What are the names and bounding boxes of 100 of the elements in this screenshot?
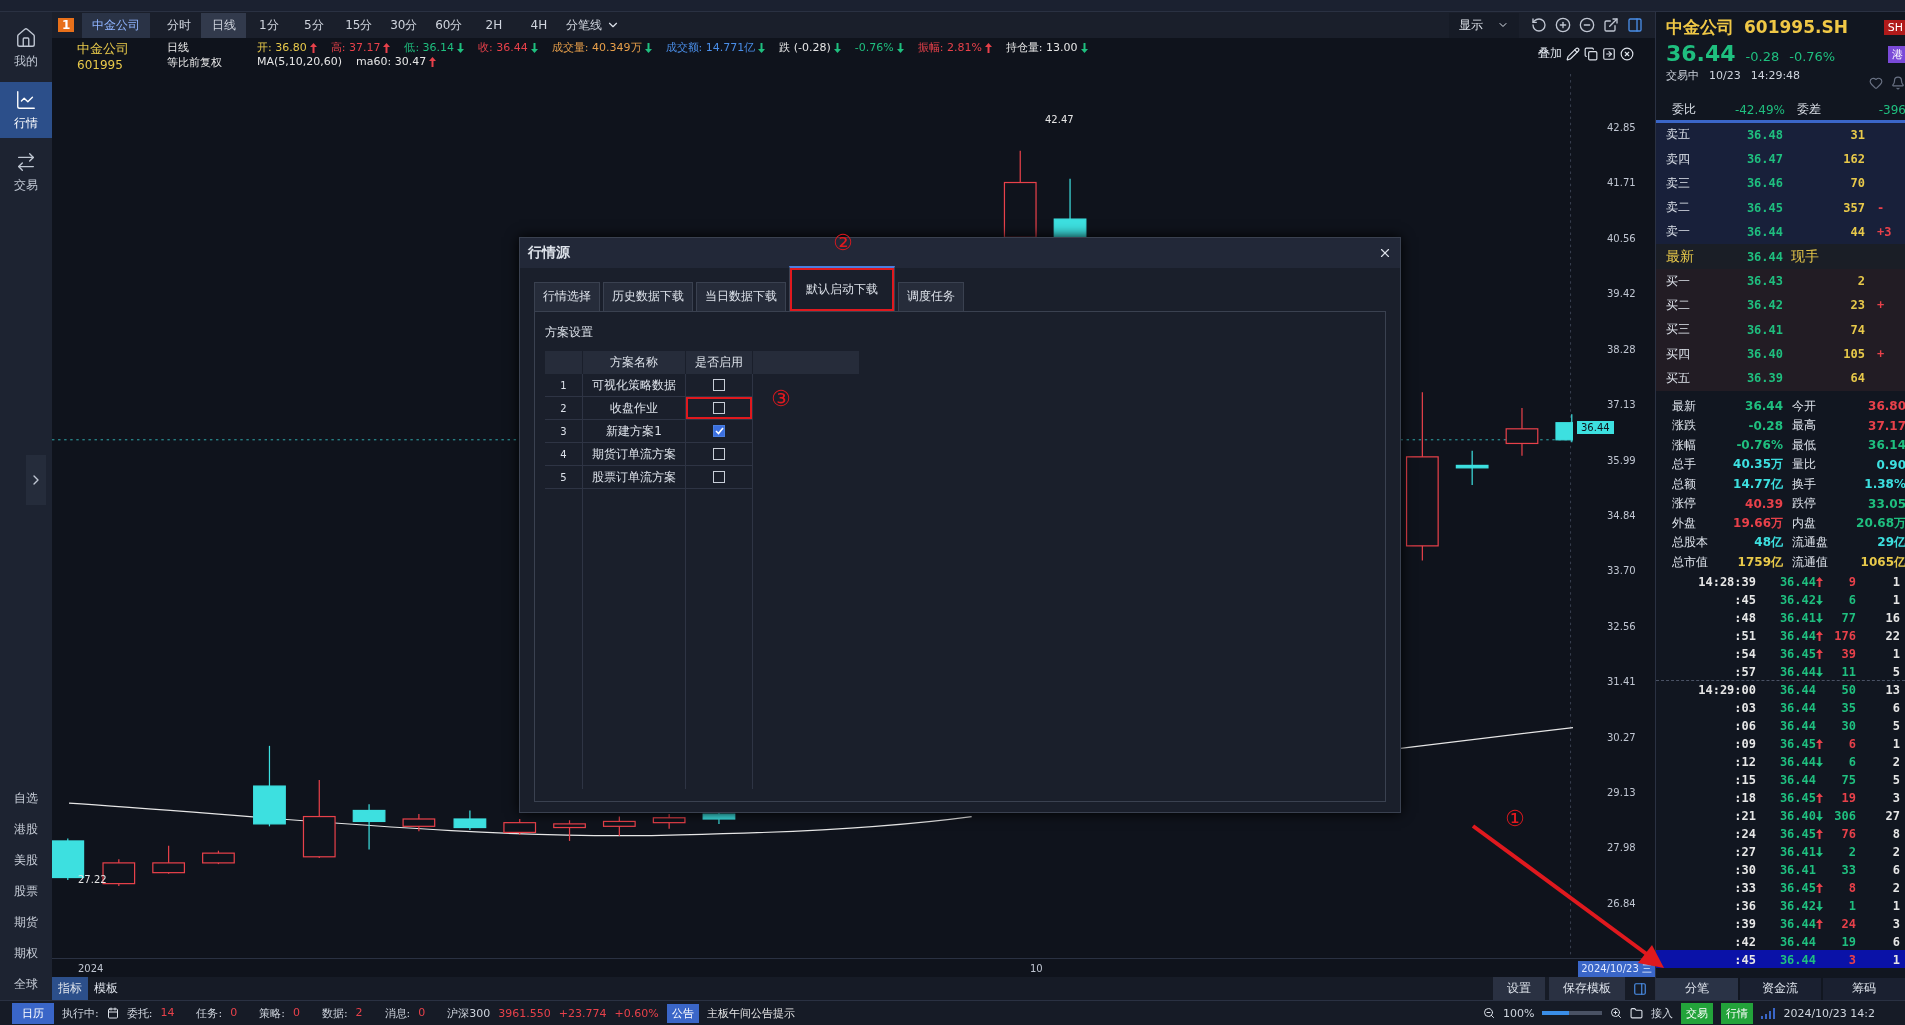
market-item[interactable]: 期权 xyxy=(0,938,52,969)
tick-row[interactable]: :27 36.41 2 2 xyxy=(1656,842,1905,860)
period-tab[interactable]: 4H xyxy=(516,14,562,36)
tick-volume: 9 xyxy=(1847,574,1856,589)
tick-row[interactable]: :48 36.41 77 16 xyxy=(1656,608,1905,626)
bell-icon[interactable] xyxy=(1891,76,1905,90)
notice-badge[interactable]: 公告 xyxy=(666,1003,699,1023)
heart-icon[interactable] xyxy=(1869,76,1883,90)
dialog-tab[interactable]: 调度任务 xyxy=(898,282,964,311)
tick-row[interactable]: :39 36.44 24 3 xyxy=(1656,914,1905,932)
tick-row[interactable]: :09 36.45 6 1 xyxy=(1656,734,1905,752)
period-tab[interactable]: 5分 xyxy=(291,12,337,38)
expand-button[interactable] xyxy=(26,455,46,505)
tick-count: 22 xyxy=(1884,628,1900,643)
tick-row[interactable]: :51 36.44 176 22 xyxy=(1656,626,1905,644)
tick-row[interactable]: :45 36.44 3 1 xyxy=(1656,950,1905,968)
pencil-icon[interactable] xyxy=(1566,46,1580,61)
period-tab[interactable]: 分笔线 xyxy=(561,12,607,38)
close-icon[interactable] xyxy=(1378,246,1392,260)
panel-icon[interactable] xyxy=(1633,981,1647,996)
table-cell: 期货订单流方案 xyxy=(583,443,686,466)
market-item[interactable]: 期货 xyxy=(0,907,52,938)
period-tab[interactable]: 分时 xyxy=(156,12,202,38)
dialog-tab[interactable]: 当日数据下载 xyxy=(696,282,786,311)
tick-row[interactable]: 14:28:39 36.44 9 1 xyxy=(1656,572,1905,590)
copy-icon[interactable] xyxy=(1584,46,1598,61)
latest-label: 最新 xyxy=(1666,247,1695,266)
dialog-tab[interactable]: 默认启动下载 xyxy=(789,266,895,311)
checkbox[interactable] xyxy=(713,471,725,483)
order-change: + xyxy=(1876,347,1886,362)
stat-value: 36.80 xyxy=(1867,399,1905,414)
tick-price: 36.41 xyxy=(1778,610,1816,625)
folder-icon[interactable] xyxy=(1630,1006,1644,1020)
indicator-tab[interactable]: 模板 xyxy=(88,977,124,1000)
quote-field: 持仓量: 13.00 xyxy=(1005,40,1078,55)
zoom-out-icon[interactable] xyxy=(1579,17,1595,33)
tick-row[interactable]: :15 36.44 75 5 xyxy=(1656,770,1905,788)
panel-tab[interactable]: 分笔 xyxy=(1656,978,1738,1000)
checkbox[interactable] xyxy=(713,379,725,391)
tick-time: :15 xyxy=(1733,772,1756,787)
indicator-tab[interactable]: 指标 xyxy=(52,977,88,1000)
checkbox[interactable] xyxy=(713,402,725,414)
tick-row[interactable]: :21 36.40 306 27 xyxy=(1656,806,1905,824)
panel-tab[interactable]: 资金流 xyxy=(1739,978,1822,1000)
checkbox[interactable] xyxy=(713,448,725,460)
period-tab[interactable]: 60分 xyxy=(426,12,472,38)
period-tab[interactable]: 2H xyxy=(471,14,517,36)
tick-row[interactable]: :57 36.44 11 5 xyxy=(1656,662,1905,680)
tick-row[interactable]: 14:29:00 36.44 50 13 xyxy=(1656,680,1905,698)
period-tab[interactable]: 1分 xyxy=(246,12,292,38)
tick-row[interactable]: :33 36.45 8 2 xyxy=(1656,878,1905,896)
tick-row[interactable]: :06 36.44 30 5 xyxy=(1656,716,1905,734)
checkbox[interactable] xyxy=(713,425,725,437)
stock-tab[interactable]: 中金公司 xyxy=(82,12,151,38)
market-item[interactable]: 全球 xyxy=(0,969,52,1000)
tick-row[interactable]: :30 36.41 33 6 xyxy=(1656,860,1905,878)
toolbar-button[interactable]: 设置 xyxy=(1493,977,1545,1000)
zoom-out-icon[interactable] xyxy=(1482,1007,1495,1019)
annotation-number: ② xyxy=(833,230,853,255)
candle xyxy=(1053,178,1087,238)
tick-row[interactable]: :36 36.42 1 1 xyxy=(1656,896,1905,914)
tick-row[interactable]: :54 36.45 39 1 xyxy=(1656,644,1905,662)
calendar-button[interactable]: 日历 xyxy=(12,1002,54,1024)
sidebar-nav-item[interactable]: 我的 xyxy=(0,20,52,76)
annotation-number: ③ xyxy=(771,386,791,411)
order-price: 36.43 xyxy=(1745,274,1783,289)
market-item[interactable]: 美股 xyxy=(0,845,52,876)
market-item[interactable]: 自选 xyxy=(0,783,52,814)
close-icon[interactable] xyxy=(1620,46,1634,61)
index-name: 沪深300 xyxy=(447,1005,491,1021)
panel-icon[interactable] xyxy=(1627,17,1643,33)
sidebar-nav-item[interactable]: 行情 xyxy=(0,82,52,138)
popout-icon[interactable] xyxy=(1603,17,1619,33)
zoom-in-icon[interactable] xyxy=(1555,17,1571,33)
period-tab[interactable]: 15分 xyxy=(336,12,382,38)
tick-row[interactable]: :03 36.44 35 6 xyxy=(1656,698,1905,716)
tick-price: 36.42 xyxy=(1778,898,1816,913)
dialog-tab[interactable]: 历史数据下载 xyxy=(603,282,693,311)
period-tab[interactable]: 日线 xyxy=(201,12,247,38)
market-item[interactable]: 股票 xyxy=(0,876,52,907)
tick-row[interactable]: :42 36.44 19 6 xyxy=(1656,932,1905,950)
undo-icon[interactable] xyxy=(1531,17,1547,33)
tick-count: 1 xyxy=(1891,592,1900,607)
tick-count: 1 xyxy=(1891,574,1900,589)
tick-row[interactable]: :24 36.45 76 8 xyxy=(1656,824,1905,842)
zoom-in-icon[interactable] xyxy=(1610,1007,1623,1019)
panel-tab[interactable]: 筹码 xyxy=(1823,978,1905,1000)
tick-row[interactable]: :12 36.44 6 2 xyxy=(1656,752,1905,770)
column-header: 是否启用 xyxy=(686,351,753,374)
tick-row[interactable]: :45 36.42 6 1 xyxy=(1656,590,1905,608)
dialog-tab[interactable]: 行情选择 xyxy=(534,282,600,311)
tick-row[interactable]: :18 36.45 19 3 xyxy=(1656,788,1905,806)
market-item[interactable]: 港股 xyxy=(0,814,52,845)
tick-count: 27 xyxy=(1884,808,1900,823)
toolbar-button[interactable]: 保存模板 xyxy=(1549,977,1625,1000)
period-tab[interactable]: 30分 xyxy=(381,12,427,38)
sidebar-nav-item[interactable]: 交易 xyxy=(0,144,52,200)
display-dropdown[interactable]: 显示 xyxy=(1449,12,1519,38)
zoom-slider[interactable] xyxy=(1542,1011,1603,1015)
tick-price: 36.44 xyxy=(1778,574,1816,589)
